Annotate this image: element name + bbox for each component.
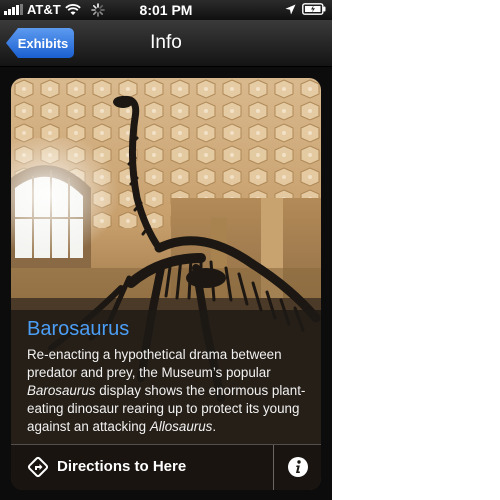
exhibit-description: Re-enacting a hypothetical drama between…	[27, 346, 313, 436]
exhibit-desc-italic-2: Allosaurus	[149, 419, 213, 434]
status-bar: AT&T 8:01 PM	[0, 0, 332, 20]
action-bar: Directions to Here	[11, 444, 321, 490]
info-icon	[288, 457, 308, 477]
phone-screen: AT&T 8:01 PM Exhibits Info Barosaurus Re…	[0, 0, 332, 500]
status-time: 8:01 PM	[139, 2, 193, 18]
directions-label: Directions to Here	[57, 458, 187, 475]
directions-button[interactable]: Directions to Here	[11, 445, 273, 490]
exhibit-desc-italic-1: Barosaurus	[27, 383, 96, 398]
exhibit-desc-part-1: Re-enacting a hypothetical drama between…	[27, 347, 282, 380]
exhibit-card: Barosaurus Re-enacting a hypothetical dr…	[11, 78, 321, 490]
page-title: Info	[150, 32, 182, 53]
exhibit-title: Barosaurus	[27, 318, 130, 340]
battery-icon	[302, 3, 326, 15]
location-arrow-icon	[285, 4, 296, 14]
info-button[interactable]	[274, 445, 321, 490]
navigation-bar: Exhibits Info	[0, 20, 332, 67]
status-right	[285, 3, 326, 15]
exhibit-desc-part-3: .	[212, 419, 217, 434]
directions-icon	[27, 456, 49, 478]
